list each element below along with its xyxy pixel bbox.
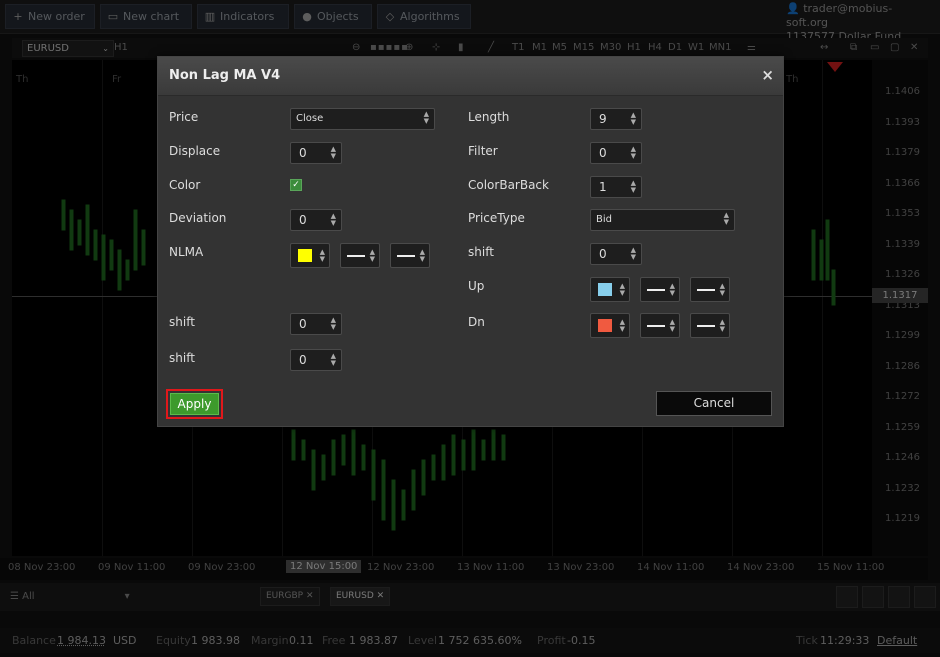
up-color-picker[interactable]: ▲ ▼ bbox=[590, 277, 630, 302]
indicator-settings-dialog: Non Lag MA V4 × Price Close ▲ ▼ Displace 0… bbox=[157, 56, 784, 427]
pricetype-select[interactable]: Bid ▲ ▼ bbox=[590, 209, 735, 231]
updown-arrows-icon: ▲ ▼ bbox=[719, 282, 725, 297]
updown-arrows-icon: ▲ ▼ bbox=[669, 282, 675, 297]
apply-highlight: Apply bbox=[166, 389, 223, 419]
line-width-icon bbox=[697, 289, 715, 291]
updown-arrows-icon: ▲ ▼ bbox=[619, 282, 625, 297]
updown-arrows-icon: ▲ ▼ bbox=[330, 212, 336, 227]
updown-arrows-icon: ▲ ▼ bbox=[330, 352, 336, 367]
updown-arrows-icon: ▲ ▼ bbox=[319, 248, 325, 263]
updown-arrows-icon: ▲ ▼ bbox=[630, 111, 636, 126]
up-label: Up bbox=[468, 279, 485, 293]
updown-arrows-icon: ▲ ▼ bbox=[630, 179, 636, 194]
pricetype-label: PriceType bbox=[468, 211, 525, 225]
line-style-icon bbox=[647, 325, 665, 327]
shift-stepper[interactable]: 0 ▲ ▼ bbox=[290, 313, 342, 335]
color-swatch bbox=[598, 319, 612, 332]
price-label: Price bbox=[169, 110, 199, 124]
updown-arrows-icon: ▲ ▼ bbox=[330, 145, 336, 160]
shift-label: shift bbox=[169, 351, 195, 365]
color-label: Color bbox=[169, 178, 201, 192]
updown-arrows-icon: ▲ ▼ bbox=[330, 316, 336, 331]
shift-label: shift bbox=[169, 315, 195, 329]
dialog-header: Non Lag MA V4 × bbox=[158, 57, 783, 96]
updown-arrows-icon: ▲ ▼ bbox=[669, 318, 675, 333]
dn-color-picker[interactable]: ▲ ▼ bbox=[590, 313, 630, 338]
checkmark-icon: ✓ bbox=[292, 180, 300, 190]
shift-stepper[interactable]: 0 ▲ ▼ bbox=[590, 243, 642, 265]
updown-arrows-icon: ▲ ▼ bbox=[369, 248, 375, 263]
color-swatch bbox=[598, 283, 612, 296]
dn-line-style-select[interactable]: ▲ ▼ bbox=[640, 313, 680, 338]
nlma-line-width-select[interactable]: ▲ ▼ bbox=[390, 243, 430, 268]
close-icon[interactable]: × bbox=[761, 66, 774, 84]
line-style-icon bbox=[347, 255, 365, 257]
updown-arrows-icon: ▲ ▼ bbox=[723, 211, 729, 226]
length-label: Length bbox=[468, 110, 510, 124]
colorbarback-label: ColorBarBack bbox=[468, 178, 549, 192]
dn-line-width-select[interactable]: ▲ ▼ bbox=[690, 313, 730, 338]
updown-arrows-icon: ▲ ▼ bbox=[423, 110, 429, 125]
apply-button[interactable]: Apply bbox=[170, 393, 219, 415]
colorbarback-stepper[interactable]: 1 ▲ ▼ bbox=[590, 176, 642, 198]
up-line-width-select[interactable]: ▲ ▼ bbox=[690, 277, 730, 302]
updown-arrows-icon: ▲ ▼ bbox=[719, 318, 725, 333]
displace-stepper[interactable]: 0 ▲ ▼ bbox=[290, 142, 342, 164]
dn-label: Dn bbox=[468, 315, 485, 329]
nlma-color-picker[interactable]: ▲ ▼ bbox=[290, 243, 330, 268]
line-width-icon bbox=[397, 255, 415, 257]
price-select[interactable]: Close ▲ ▼ bbox=[290, 108, 435, 130]
updown-arrows-icon: ▲ ▼ bbox=[630, 246, 636, 261]
nlma-line-style-select[interactable]: ▲ ▼ bbox=[340, 243, 380, 268]
updown-arrows-icon: ▲ ▼ bbox=[619, 318, 625, 333]
line-width-icon bbox=[697, 325, 715, 327]
updown-arrows-icon: ▲ ▼ bbox=[630, 145, 636, 160]
deviation-label: Deviation bbox=[169, 211, 227, 225]
cancel-button[interactable]: Cancel bbox=[656, 391, 772, 416]
filter-stepper[interactable]: 0 ▲ ▼ bbox=[590, 142, 642, 164]
displace-label: Displace bbox=[169, 144, 221, 158]
color-checkbox[interactable]: ✓ bbox=[290, 179, 302, 191]
length-stepper[interactable]: 9 ▲ ▼ bbox=[590, 108, 642, 130]
up-line-style-select[interactable]: ▲ ▼ bbox=[640, 277, 680, 302]
color-swatch bbox=[298, 249, 312, 262]
shift-stepper[interactable]: 0 ▲ ▼ bbox=[290, 349, 342, 371]
filter-label: Filter bbox=[468, 144, 498, 158]
dialog-title: Non Lag MA V4 bbox=[169, 68, 281, 83]
line-style-icon bbox=[647, 289, 665, 291]
shift-label: shift bbox=[468, 245, 494, 259]
deviation-stepper[interactable]: 0 ▲ ▼ bbox=[290, 209, 342, 231]
nlma-label: NLMA bbox=[169, 245, 204, 259]
updown-arrows-icon: ▲ ▼ bbox=[419, 248, 425, 263]
